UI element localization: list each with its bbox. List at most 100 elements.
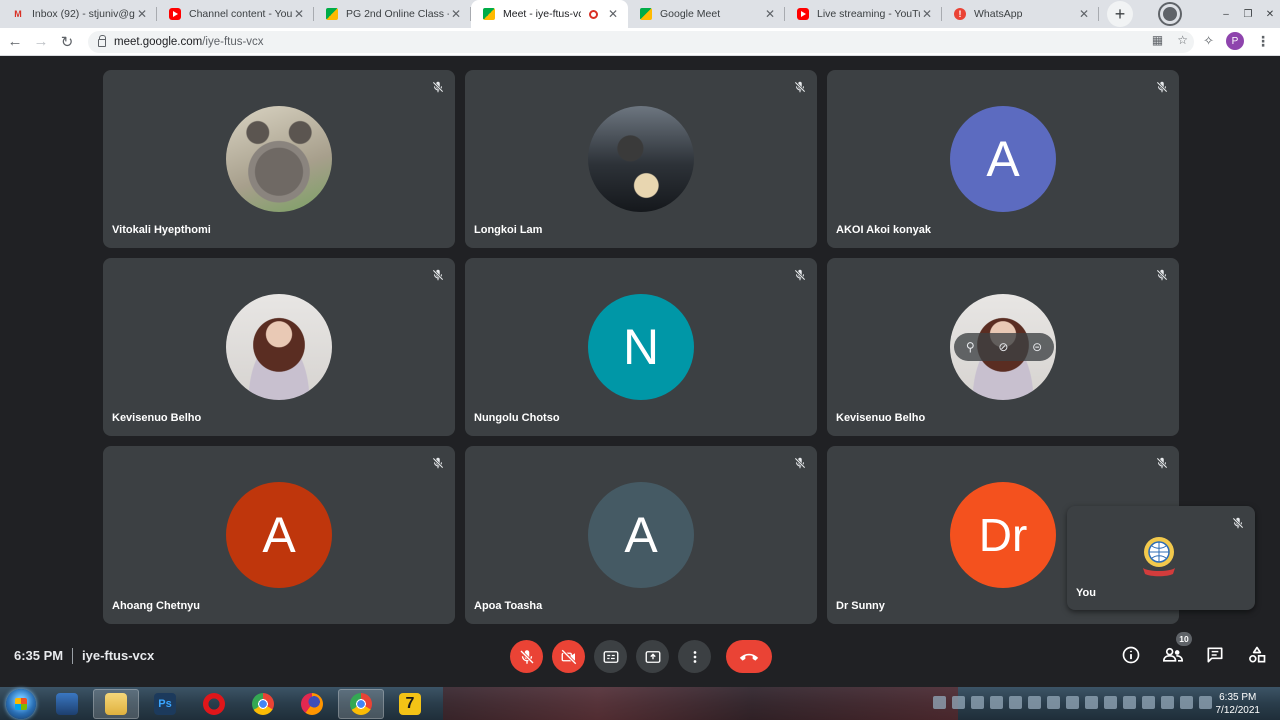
participant-name: Kevisenuo Belho: [112, 412, 202, 424]
participant-initial-avatar: A: [226, 482, 332, 588]
browser-tab[interactable]: Meet - iye-ftus-vcx ✕: [471, 0, 628, 28]
browser-tab[interactable]: Google Meet ✕: [628, 0, 785, 28]
browser-tab[interactable]: PG 2nd Online Class - pr✕: [314, 0, 471, 28]
bookmark-star-icon[interactable]: ☆: [1177, 33, 1188, 47]
browser-tab[interactable]: ! WhatsApp ✕: [942, 0, 1099, 28]
close-tab-icon[interactable]: ✕: [135, 7, 149, 21]
close-window-icon[interactable]: ✕: [1260, 7, 1280, 21]
tray-icon[interactable]: [971, 696, 984, 709]
participant-tile[interactable]: A Ahoang Chetnyu: [103, 446, 455, 624]
close-tab-icon[interactable]: ✕: [449, 7, 463, 21]
firefox-icon: [301, 692, 323, 715]
participant-name: Longkoi Lam: [474, 224, 543, 236]
close-tab-icon[interactable]: ✕: [292, 7, 306, 21]
activities-shapes-icon: [1249, 646, 1266, 663]
participant-tile[interactable]: A Apoa Toasha: [465, 446, 817, 624]
participant-tile[interactable]: N Nungolu Chotso: [465, 258, 817, 436]
windows-start-button[interactable]: [6, 688, 36, 719]
browser-menu-icon[interactable]: ⋮: [1256, 33, 1270, 50]
minimize-icon[interactable]: –: [1216, 7, 1236, 21]
participant-tile[interactable]: Vitokali Hyepthomi: [103, 70, 455, 248]
more-options-button[interactable]: [678, 640, 711, 673]
address-path: /iye-ftus-vcx: [202, 36, 264, 48]
taskbar-photoshop[interactable]: Ps: [142, 689, 188, 719]
mic-off-icon: [793, 268, 807, 282]
network-icon[interactable]: [1104, 696, 1117, 709]
taskbar-opera[interactable]: [191, 689, 237, 719]
toggle-camera-button[interactable]: [552, 640, 585, 673]
window-controls-area: – ❐ ✕: [1160, 0, 1280, 28]
profile-menu-icon[interactable]: [1160, 4, 1180, 24]
taskbar-firefox[interactable]: [289, 689, 335, 719]
participant-tile[interactable]: A AKOI Akoi konyak: [827, 70, 1179, 248]
toolbar-right: ✧ P ⋮: [1203, 32, 1270, 50]
reload-button[interactable]: ↻: [56, 33, 78, 51]
tray-icon[interactable]: [1123, 696, 1136, 709]
tray-icon[interactable]: [1180, 696, 1193, 709]
mic-off-icon: [431, 456, 445, 470]
whatsapp-icon: !: [954, 8, 966, 20]
participant-name: Kevisenuo Belho: [836, 412, 926, 424]
tray-icon[interactable]: [1199, 696, 1212, 709]
taskbar-sticky-app[interactable]: 7: [387, 689, 433, 719]
taskbar-chrome-profile[interactable]: [338, 688, 384, 719]
toggle-mic-button[interactable]: [510, 640, 543, 673]
tray-icon[interactable]: [933, 696, 946, 709]
mic-off-icon: [793, 80, 807, 94]
participant-name: Apoa Toasha: [474, 600, 543, 612]
browser-tab[interactable]: Channel content - YouTu✕: [157, 0, 314, 28]
close-tab-icon[interactable]: ✕: [606, 7, 620, 21]
taskbar-media-center[interactable]: [44, 689, 90, 719]
new-tab-button[interactable]: +: [1107, 1, 1133, 27]
pin-icon[interactable]: ⚲: [966, 340, 975, 354]
chat-button[interactable]: [1204, 644, 1226, 666]
tray-icon[interactable]: [1161, 696, 1174, 709]
mic-off-icon: [431, 80, 445, 94]
profile-avatar[interactable]: P: [1226, 32, 1244, 50]
present-screen-icon: [645, 650, 660, 663]
close-tab-icon[interactable]: ✕: [1077, 7, 1091, 21]
people-icon: [1162, 647, 1184, 662]
taskbar-explorer[interactable]: [93, 688, 139, 719]
camera-in-use-icon[interactable]: ▦: [1152, 33, 1163, 47]
tab-title: Google Meet: [660, 8, 721, 20]
taskbar-chrome[interactable]: [240, 689, 286, 719]
tab-title: WhatsApp: [974, 8, 1023, 20]
address-bar[interactable]: meet.google.com/iye-ftus-vcx: [88, 31, 1194, 53]
volume-icon[interactable]: [1085, 696, 1098, 709]
lock-icon[interactable]: [98, 35, 106, 47]
closed-captions-icon: [603, 650, 618, 663]
participant-tile[interactable]: Longkoi Lam: [465, 70, 817, 248]
meeting-details-button[interactable]: [1120, 644, 1142, 666]
mute-participant-icon[interactable]: ⊘: [998, 340, 1008, 354]
back-button[interactable]: ←: [4, 33, 26, 50]
extensions-icon[interactable]: ✧: [1203, 33, 1214, 49]
close-tab-icon[interactable]: ✕: [763, 7, 777, 21]
close-tab-icon[interactable]: ✕: [920, 7, 934, 21]
leave-call-button[interactable]: [726, 640, 772, 673]
tray-icon[interactable]: [1009, 696, 1022, 709]
restore-icon[interactable]: ❐: [1238, 7, 1258, 21]
tab-title: PG 2nd Online Class - pr: [346, 8, 449, 20]
tray-icon[interactable]: [1142, 696, 1155, 709]
browser-tab[interactable]: M Inbox (92) - stjuniv@gm ✕: [0, 0, 157, 28]
browser-tab[interactable]: Live streaming - YouTub ✕: [785, 0, 942, 28]
participant-tile[interactable]: Kevisenuo Belho: [103, 258, 455, 436]
present-screen-button[interactable]: [636, 640, 669, 673]
tray-icon[interactable]: [990, 696, 1003, 709]
activities-button[interactable]: [1246, 644, 1268, 666]
participants-button[interactable]: 10: [1162, 632, 1192, 666]
participant-initial-avatar: A: [588, 482, 694, 588]
self-view-tile[interactable]: You: [1067, 506, 1255, 610]
taskbar-clock[interactable]: 6:35 PM 7/12/2021: [1216, 691, 1261, 717]
remove-participant-icon[interactable]: ⊝: [1032, 340, 1042, 354]
tray-icon[interactable]: [1028, 696, 1041, 709]
tray-icon[interactable]: [952, 696, 965, 709]
tab-title: Live streaming - YouTub: [817, 8, 920, 20]
camera-off-icon: [560, 648, 577, 665]
captions-button[interactable]: [594, 640, 627, 673]
window-buttons: – ❐ ✕: [1216, 7, 1280, 21]
forward-button[interactable]: →: [30, 33, 52, 50]
tray-icon[interactable]: [1047, 696, 1060, 709]
flag-icon[interactable]: [1066, 696, 1079, 709]
